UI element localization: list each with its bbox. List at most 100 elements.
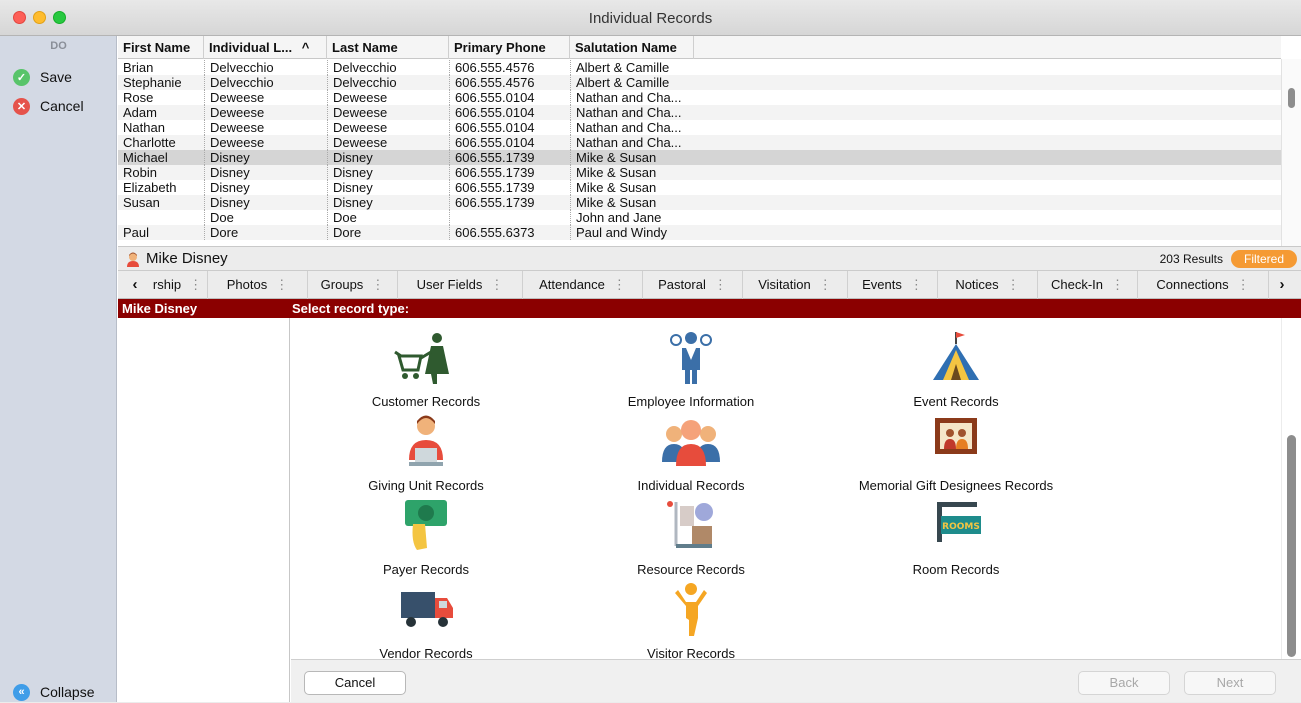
tab-events[interactable]: Events ⋮	[848, 271, 938, 299]
column-header-salutation[interactable]: Salutation Name	[570, 36, 694, 59]
column-header-label: Individual L...	[209, 40, 293, 55]
resource-cart-icon	[667, 501, 713, 548]
table-row[interactable]: Stephanie Delvecchio Delvecchio 606.555.457…	[118, 75, 1281, 90]
tab-notices[interactable]: Notices ⋮	[938, 271, 1038, 299]
tab-label: Notices	[955, 277, 999, 292]
table-row[interactable]: Susan Disney Disney 606.555.1739 Mike & Susa…	[118, 195, 1281, 210]
table-cell: 606.555.1739	[449, 180, 570, 195]
record-type-memorial-gift[interactable]: Memorial Gift Designees Records	[846, 414, 1066, 498]
tab-label: rship	[152, 277, 182, 292]
table-scrollbar[interactable]	[1281, 59, 1301, 246]
record-type-visitor[interactable]: Visitor Records	[581, 582, 801, 666]
double-chevron-left-icon: «	[13, 683, 30, 701]
tab-connections[interactable]: Connections ⋮	[1138, 271, 1269, 299]
table-row[interactable]: Brian Delvecchio Delvecchio 606.555.4576 Alb…	[118, 60, 1281, 75]
record-type-individual[interactable]: Individual Records	[581, 414, 801, 498]
record-type-customer[interactable]: Customer Records	[316, 330, 536, 414]
table-row[interactable]: Rose Deweese Deweese 606.555.0104 Nathan and…	[118, 90, 1281, 105]
tab-label: Pastoral	[658, 277, 706, 292]
column-header-last-name[interactable]: Last Name	[327, 36, 449, 59]
select-record-type-prompt: Select record type:	[292, 301, 410, 316]
save-label: Save	[40, 69, 72, 85]
tab-label: Check-In	[1050, 277, 1104, 292]
filtered-badge[interactable]: Filtered	[1231, 250, 1297, 268]
table-cell: Deweese	[204, 120, 327, 135]
collapse-button[interactable]: « Collapse	[13, 681, 94, 703]
tab-photos[interactable]: Photos ⋮	[208, 271, 308, 299]
tab-drag-handle-icon[interactable]: ⋮	[714, 277, 727, 292]
record-type-label: Individual Records	[637, 478, 745, 493]
record-type-payer[interactable]: Payer Records	[316, 498, 536, 582]
record-type-vendor[interactable]: Vendor Records	[316, 582, 536, 666]
record-type-giving-unit[interactable]: Giving Unit Records	[316, 414, 536, 498]
table-row[interactable]: Michael Disney Disney 606.555.1739 Mike & Su…	[118, 150, 1281, 165]
tab-drag-handle-icon[interactable]: ⋮	[910, 277, 923, 292]
tab-label: Groups	[320, 277, 364, 292]
tab-attendance[interactable]: Attendance ⋮	[523, 271, 643, 299]
tabs-prev-arrow[interactable]: ‹	[122, 271, 148, 299]
tab-visitation[interactable]: Visitation ⋮	[743, 271, 848, 299]
table-row[interactable]: Elizabeth Disney Disney 606.555.1739 Mike & …	[118, 180, 1281, 195]
tab-drag-handle-icon[interactable]: ⋮	[490, 277, 503, 292]
table-cell: Stephanie	[123, 75, 182, 90]
table-cell: Adam	[123, 105, 157, 120]
tab-drag-handle-icon[interactable]: ⋮	[189, 277, 202, 292]
column-header-individual-last[interactable]: Individual L... ^	[204, 36, 327, 59]
record-type-event[interactable]: Event Records	[846, 330, 1066, 414]
tab-drag-handle-icon[interactable]: ⋮	[1007, 277, 1020, 292]
svg-text:ROOMS: ROOMS	[942, 522, 980, 532]
table-cell: Delvecchio	[204, 75, 327, 90]
tab-drag-handle-icon[interactable]: ⋮	[1111, 277, 1124, 292]
table-cell: Paul	[123, 225, 150, 240]
table-cell: Deweese	[204, 135, 327, 150]
current-record: Mike Disney	[125, 250, 228, 267]
tab-drag-handle-icon[interactable]: ⋮	[1237, 277, 1250, 292]
tab-rship[interactable]: rship ⋮	[148, 271, 208, 299]
footer-cancel-button[interactable]: Cancel	[304, 671, 406, 695]
table-cell: Paul and Windy	[570, 225, 694, 240]
table-cell: Mike & Susan	[570, 195, 694, 210]
table-scroll-thumb[interactable]	[1288, 88, 1295, 108]
back-button[interactable]: Back	[1078, 671, 1170, 695]
save-button[interactable]: ✓ Save	[13, 66, 72, 88]
tab-user-fields[interactable]: User Fields ⋮	[398, 271, 523, 299]
table-row[interactable]: Nathan Deweese Deweese 606.555.0104 Nathan a…	[118, 120, 1281, 135]
tabs-next-arrow[interactable]: ›	[1269, 271, 1295, 299]
record-type-room[interactable]: ROOMS Room Records	[846, 498, 1066, 582]
next-button[interactable]: Next	[1184, 671, 1276, 695]
title-bar: Individual Records	[0, 0, 1301, 36]
table-row[interactable]: Robin Disney Disney 606.555.1739 Mike & Susa…	[118, 165, 1281, 180]
column-header-first-name[interactable]: First Name	[118, 36, 204, 59]
record-type-header: Mike Disney Select record type:	[118, 299, 1301, 318]
tab-check-in[interactable]: Check-In ⋮	[1038, 271, 1138, 299]
table-cell: Deweese	[327, 120, 449, 135]
table-cell: 606.555.0104	[449, 105, 570, 120]
tab-drag-handle-icon[interactable]: ⋮	[819, 277, 832, 292]
records-table: First Name Individual L... ^ Last Name P…	[118, 36, 1301, 246]
tab-drag-handle-icon[interactable]: ⋮	[371, 277, 384, 292]
record-type-employee[interactable]: Employee Information	[581, 330, 801, 414]
table-cell: Disney	[204, 180, 327, 195]
tab-pastoral[interactable]: Pastoral ⋮	[643, 271, 743, 299]
tab-drag-handle-icon[interactable]: ⋮	[613, 277, 626, 292]
table-cell: Deweese	[327, 90, 449, 105]
collapse-label: Collapse	[40, 684, 95, 700]
framed-photo-icon	[935, 418, 977, 454]
table-row[interactable]: Doe Doe John and Jane	[118, 210, 1281, 225]
record-type-resource[interactable]: Resource Records	[581, 498, 801, 582]
table-cell: Charlotte	[123, 135, 176, 150]
table-row[interactable]: Paul Dore Dore 606.555.6373 Paul and Windy	[118, 225, 1281, 240]
table-row[interactable]: Adam Deweese Deweese 606.555.0104 Nathan and…	[118, 105, 1281, 120]
column-header-primary-phone[interactable]: Primary Phone	[449, 36, 570, 59]
tab-groups[interactable]: Groups ⋮	[308, 271, 398, 299]
table-cell: Doe	[327, 210, 449, 225]
cancel-button[interactable]: ✕ Cancel	[13, 95, 84, 117]
record-type-scrollbar[interactable]	[1281, 318, 1301, 659]
table-cell: Deweese	[204, 90, 327, 105]
tab-drag-handle-icon[interactable]: ⋮	[275, 277, 288, 292]
table-cell: Disney	[327, 180, 449, 195]
table-cell: 606.555.1739	[449, 195, 570, 210]
table-row[interactable]: Charlotte Deweese Deweese 606.555.0104 Natha…	[118, 135, 1281, 150]
record-type-scroll-thumb[interactable]	[1287, 435, 1296, 657]
table-cell: 606.555.6373	[449, 225, 570, 240]
